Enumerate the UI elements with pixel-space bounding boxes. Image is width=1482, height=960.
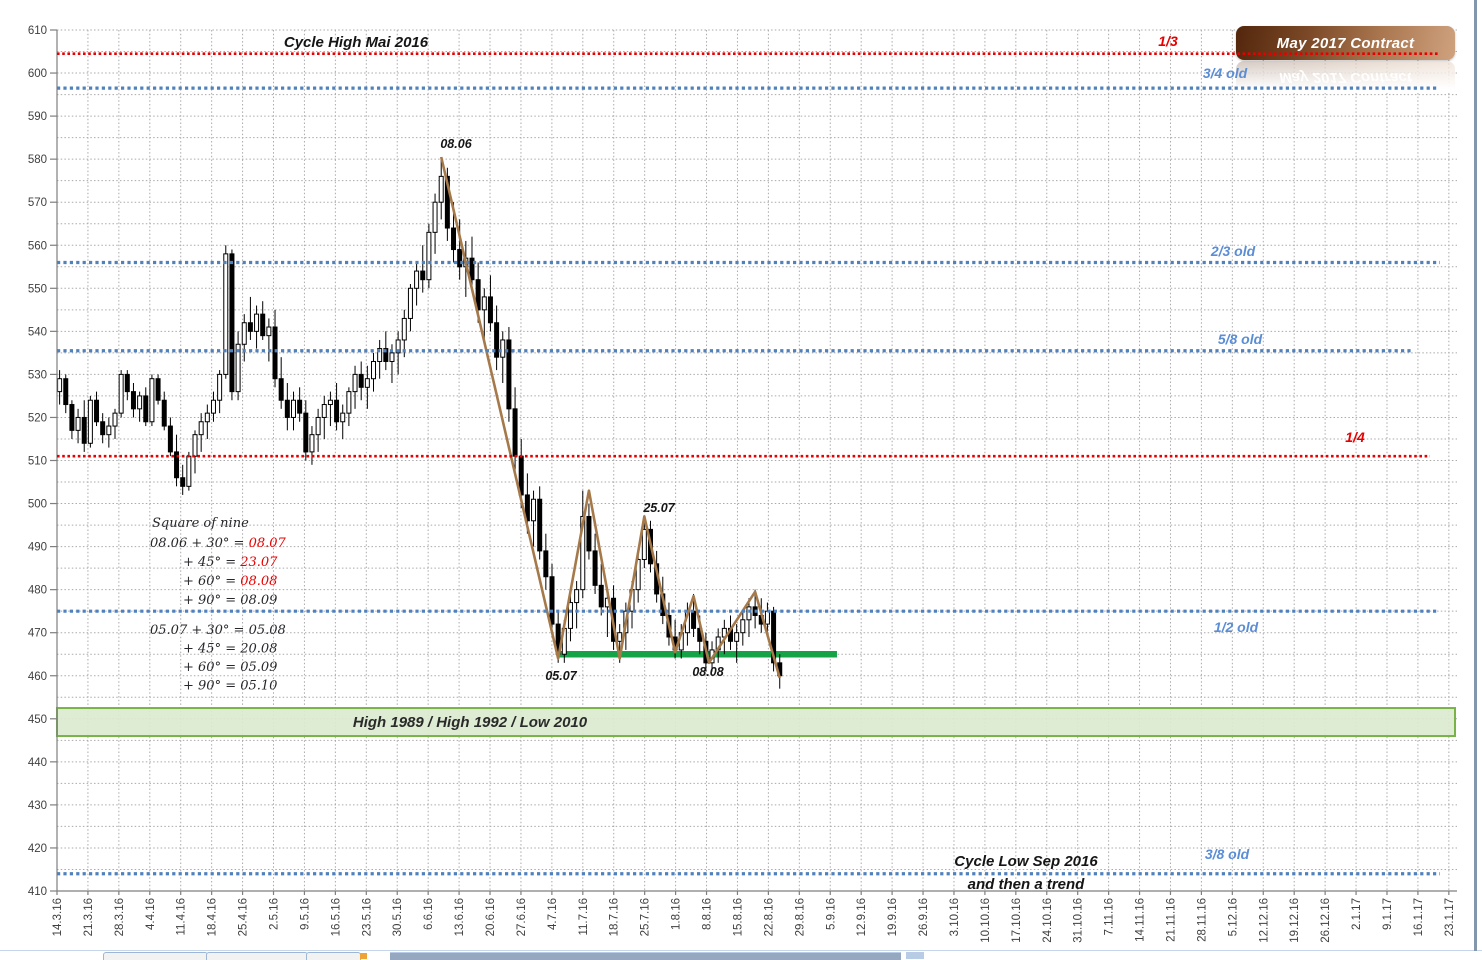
cycle-line-label-3-8-old: 3/8 old [1205, 846, 1250, 862]
cycle-line-label-5-8-old: 5/8 old [1218, 331, 1263, 347]
sheet-tab-1[interactable] [103, 952, 208, 960]
cycle-line-label-2-3-old: 2/3 old [1210, 243, 1256, 259]
cycle-lines-overlay: 1/3 3/4 old 2/3 old 5/8 old 1/4 1/2 old 3/8 ol… [57, 33, 1440, 876]
sheet-tab-band[interactable] [390, 952, 901, 960]
window-right-border [1474, 0, 1477, 951]
cycle-line-label-1-3: 1/3 [1158, 33, 1178, 49]
sheet-tab-2[interactable] [206, 952, 308, 960]
cycle-line-label-3-4-old: 3/4 old [1203, 65, 1248, 81]
sheet-tab-3[interactable] [306, 952, 361, 960]
sheet-tab-color-marker [360, 953, 367, 959]
cycle-line-label-1-2-old: 1/2 old [1214, 619, 1259, 635]
cycle-line-label-1-4: 1/4 [1345, 429, 1365, 445]
